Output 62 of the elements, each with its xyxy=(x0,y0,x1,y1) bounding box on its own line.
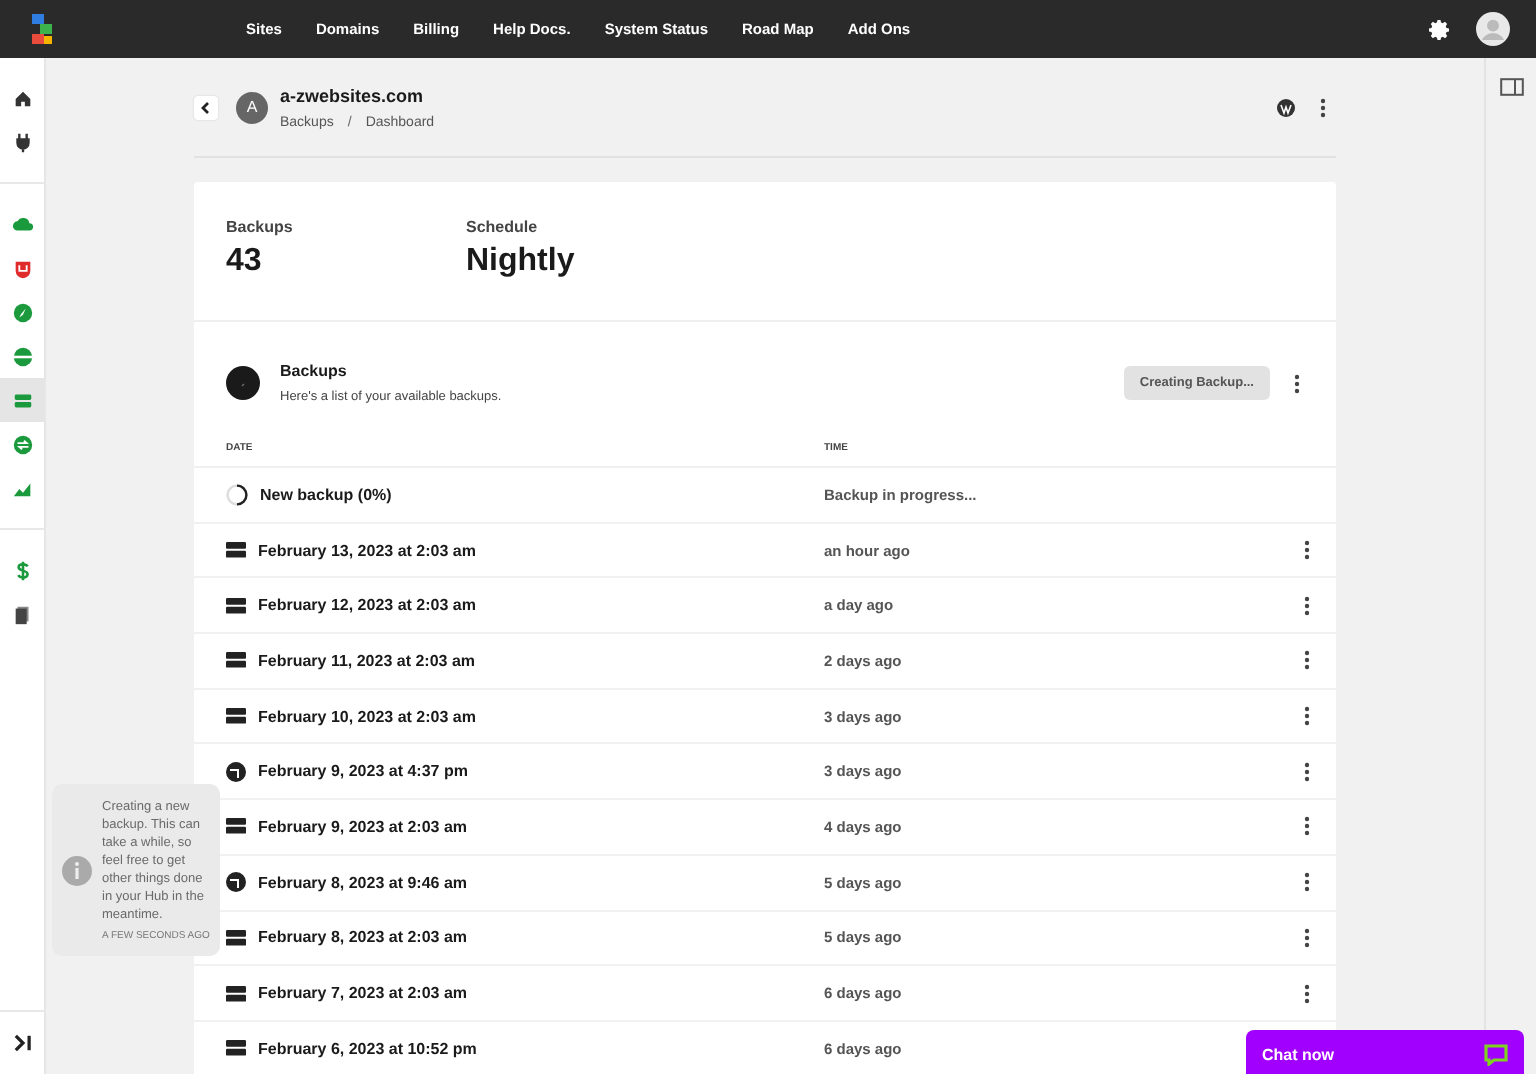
logo-icon[interactable] xyxy=(30,13,54,45)
server-icon xyxy=(226,597,246,614)
site-name: a-zwebsites.com xyxy=(280,85,426,105)
chat-bubble-icon xyxy=(1484,1043,1508,1065)
row-options-icon[interactable] xyxy=(1304,983,1310,1004)
section-title: Backups xyxy=(280,362,349,380)
backup-date: February 8, 2023 at 9:46 am xyxy=(258,873,468,892)
collapse-sidebar-icon[interactable] xyxy=(13,1034,31,1052)
plug-icon xyxy=(11,131,33,153)
files-icon xyxy=(11,603,33,625)
row-options-icon[interactable] xyxy=(1304,872,1310,893)
stat-label: Schedule xyxy=(466,218,540,236)
row-options-icon[interactable] xyxy=(1304,706,1310,727)
site-backup-icon xyxy=(226,872,246,893)
shield-icon xyxy=(11,257,33,279)
chat-now-button[interactable]: Chat now xyxy=(1246,1030,1524,1074)
backup-date: February 12, 2023 at 2:03 am xyxy=(258,596,476,615)
row-options-icon[interactable] xyxy=(1304,816,1310,837)
server-icon xyxy=(226,708,246,725)
backups-logo-icon xyxy=(226,366,260,400)
loading-spinner-icon xyxy=(226,483,248,506)
site-avatar: A xyxy=(236,91,268,123)
row-options-icon[interactable] xyxy=(1304,650,1310,671)
panel-toggle-icon[interactable] xyxy=(1499,78,1523,96)
back-button[interactable] xyxy=(194,95,218,119)
backup-date: February 9, 2023 at 4:37 pm xyxy=(258,762,468,781)
home-icon xyxy=(11,87,33,109)
site-backup-icon xyxy=(226,761,246,782)
backup-date: New backup (0%) xyxy=(260,485,392,504)
settings-icon[interactable] xyxy=(1428,17,1452,41)
backup-date: February 7, 2023 at 2:03 am xyxy=(258,984,468,1003)
backup-date: February 11, 2023 at 2:03 am xyxy=(258,651,476,670)
dollar-icon xyxy=(11,559,33,581)
stat-value: Nightly xyxy=(466,244,577,280)
stat-value: 43 xyxy=(226,244,264,280)
backup-date: February 8, 2023 at 2:03 am xyxy=(258,928,468,947)
row-options-icon[interactable] xyxy=(1304,761,1310,782)
info-icon xyxy=(62,855,92,885)
cloud-icon xyxy=(11,213,33,235)
row-options-icon[interactable] xyxy=(1304,540,1310,561)
server-icon xyxy=(226,1040,246,1057)
more-options-icon[interactable] xyxy=(1320,97,1326,117)
swap-icon xyxy=(11,433,33,455)
backup-date: February 13, 2023 at 2:03 am xyxy=(258,541,476,560)
server-icon xyxy=(226,652,246,669)
compass-icon xyxy=(11,301,33,323)
row-options-icon[interactable] xyxy=(1304,595,1310,616)
backup-date: February 10, 2023 at 2:03 am xyxy=(258,707,476,726)
backup-date: February 9, 2023 at 2:03 am xyxy=(258,817,468,836)
servers-icon xyxy=(11,389,33,411)
user-avatar-icon[interactable] xyxy=(1476,12,1510,46)
chevron-left-icon xyxy=(200,101,212,113)
wordpress-icon[interactable] xyxy=(1276,97,1296,117)
server-icon xyxy=(226,818,246,835)
stat-label: Backups xyxy=(226,218,295,236)
row-options-icon[interactable] xyxy=(1304,927,1310,948)
more-options-icon[interactable] xyxy=(1294,373,1300,393)
globe-icon xyxy=(11,345,33,367)
backup-date: February 6, 2023 at 10:52 pm xyxy=(258,1039,477,1058)
server-icon xyxy=(226,929,246,946)
server-icon xyxy=(226,542,246,559)
server-icon xyxy=(226,985,246,1002)
